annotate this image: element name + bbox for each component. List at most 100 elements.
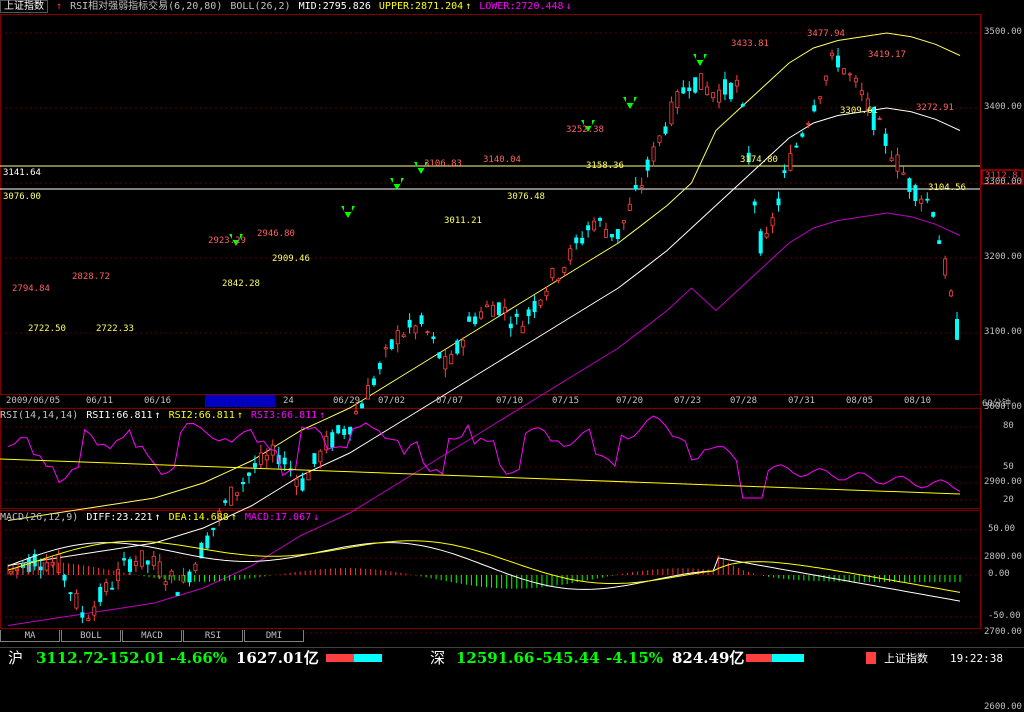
- candle-body: [568, 248, 573, 261]
- candle-body: [627, 203, 632, 211]
- candle-body: [806, 123, 811, 125]
- macd-dea-line: [7, 540, 961, 593]
- candle-body: [365, 385, 370, 400]
- price-annotation: 3477.94: [807, 29, 845, 39]
- sh-label: 沪: [8, 649, 24, 667]
- candle-body: [687, 87, 692, 92]
- sh-change: -152.01: [102, 649, 166, 667]
- price-annotation: 3252.38: [566, 125, 604, 135]
- rsi-label: RSI(14,14,14): [0, 410, 79, 421]
- price-axis-label: 3400.00: [984, 102, 1022, 112]
- candle-body: [145, 560, 150, 565]
- price-annotation: 3104.56: [928, 183, 966, 193]
- grid-lines: [0, 32, 980, 634]
- candle-body: [413, 325, 418, 334]
- candle-body: [913, 185, 918, 201]
- candle-body: [586, 225, 591, 231]
- sz-change: -545.44: [536, 649, 600, 667]
- candle-body: [110, 587, 115, 590]
- date-tick: 07/23: [674, 396, 702, 406]
- date-tick: 07/07: [436, 396, 464, 406]
- candle-body: [895, 154, 900, 172]
- candle-body: [651, 146, 656, 162]
- date-tick: 06/11: [86, 396, 114, 406]
- date-tick: 07/31: [788, 396, 816, 406]
- candle-body: [580, 237, 585, 244]
- candle-body: [592, 220, 597, 231]
- candle-body: [663, 126, 668, 134]
- candle-body: [336, 425, 341, 434]
- tab-ma[interactable]: MA: [0, 630, 60, 642]
- candle-body: [859, 90, 864, 96]
- price-annotation: 3140.04: [483, 155, 521, 165]
- candle-body: [502, 306, 507, 313]
- date-tick: 06/16: [144, 396, 172, 406]
- candle-body: [853, 77, 858, 83]
- price-axis-label: 3500.00: [984, 27, 1022, 37]
- boll-mid-line: [7, 107, 961, 566]
- candle-body: [931, 212, 936, 217]
- rsi-axis-label: 20: [1003, 495, 1014, 505]
- candle-body: [443, 356, 448, 370]
- candle-body: [615, 229, 620, 239]
- up-arrow-icon: ↑: [319, 410, 326, 421]
- candle-body: [836, 55, 841, 68]
- sz-label: 深: [430, 649, 446, 667]
- candle-body: [717, 89, 722, 103]
- candle-body: [740, 103, 745, 107]
- tab-boll[interactable]: BOLL: [61, 630, 121, 642]
- price-axis-label: 2600.00: [984, 702, 1022, 712]
- price-axis-label: 2900.00: [984, 477, 1022, 487]
- price-annotation: 2794.84: [12, 284, 50, 294]
- candle-body: [496, 302, 501, 315]
- rsi-axis-label: 80: [1003, 421, 1014, 431]
- candle-body: [467, 316, 472, 322]
- period-label[interactable]: 60分钟: [982, 396, 1011, 409]
- candle-body: [883, 133, 888, 146]
- candle-body: [526, 309, 531, 317]
- alert-icon[interactable]: [866, 652, 876, 664]
- candle-body: [235, 492, 240, 496]
- candle-body: [705, 86, 710, 96]
- candle-body: [776, 198, 781, 206]
- down-arrow-icon: ↓: [313, 512, 320, 523]
- candle-body: [419, 315, 424, 325]
- price-axis-label: 2800.00: [984, 552, 1022, 562]
- price-annotation: 2842.28: [222, 279, 260, 289]
- tab-macd[interactable]: MACD: [122, 630, 182, 642]
- candle-body: [74, 593, 79, 609]
- price-annotation: 3011.21: [444, 216, 482, 226]
- chart-window: 上证指数 ↑ RSI相对强弱指标交易(6,20,80) BOLL(26,2) M…: [0, 0, 1024, 712]
- candle-body: [877, 118, 882, 121]
- candle-body: [193, 563, 198, 572]
- price-annotation: 3106.83: [424, 159, 462, 169]
- candle-body: [841, 68, 846, 75]
- date-scroll-thumb[interactable]: [205, 395, 275, 407]
- candle-body: [330, 432, 335, 448]
- candle-body: [169, 570, 174, 577]
- candle-body: [818, 96, 823, 100]
- macd-header: MACD(26,12,9) DIFF:23.221 ↑ DEA:14.688 ↑ M…: [0, 511, 321, 525]
- tab-rsi[interactable]: RSI: [183, 630, 243, 642]
- tab-dmi[interactable]: DMI: [244, 630, 304, 642]
- rsi2-value: RSI2:66.811: [168, 410, 235, 421]
- candle-body: [229, 486, 234, 506]
- clock: 19:22:38: [950, 652, 1003, 665]
- candle-body: [550, 268, 555, 279]
- price-panel-frame: [0, 14, 981, 395]
- candle-body: [449, 353, 454, 365]
- candle-body: [401, 334, 406, 338]
- candle-body: [62, 574, 67, 581]
- candle-body: [901, 172, 906, 175]
- candle-body: [383, 347, 388, 350]
- status-index-name[interactable]: 上证指数: [884, 648, 928, 669]
- candle-body: [431, 336, 436, 340]
- date-tick: 07/02: [378, 396, 406, 406]
- candle-body: [360, 403, 365, 409]
- macd-value: MACD:17.067: [244, 512, 312, 523]
- price-annotation: 2722.33: [96, 324, 134, 334]
- date-tick: 24: [283, 396, 294, 406]
- chart-canvas[interactable]: [0, 0, 1024, 668]
- candle-body: [562, 267, 567, 273]
- candle-body: [800, 133, 805, 137]
